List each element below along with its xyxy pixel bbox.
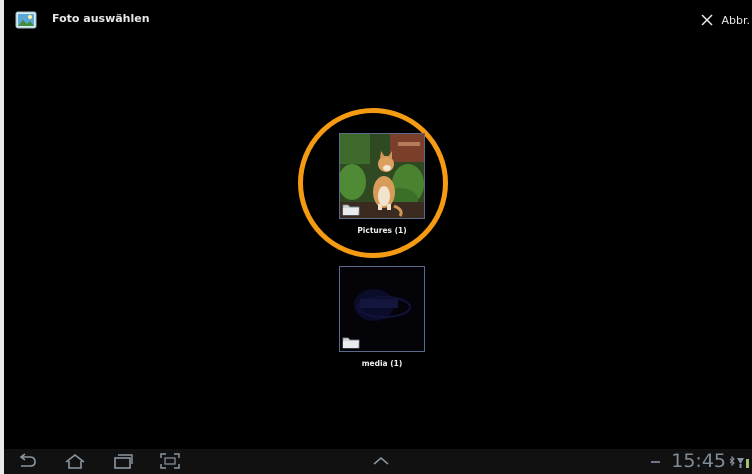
screenshot-icon[interactable] [159, 453, 181, 469]
album-tile-pictures[interactable] [339, 133, 425, 219]
album-tile-media[interactable] [339, 266, 425, 352]
close-icon [700, 14, 713, 26]
folder-icon [342, 337, 360, 349]
battery-icon [746, 459, 749, 468]
status-separator [651, 461, 660, 463]
home-icon[interactable] [64, 453, 86, 469]
gallery-icon[interactable] [15, 9, 37, 31]
recent-apps-icon[interactable] [112, 453, 134, 469]
status-clock[interactable]: 15:45 [671, 450, 726, 472]
action-bar: Foto auswählen Abbr. [4, 0, 752, 40]
back-icon[interactable] [16, 453, 38, 469]
window-edge [0, 0, 4, 474]
page-title: Foto auswählen [52, 12, 150, 25]
cancel-button[interactable]: Abbr. [700, 7, 752, 33]
bluetooth-icon [729, 455, 735, 467]
album-label: Pictures (1) [357, 226, 407, 235]
expand-up-icon[interactable] [370, 453, 392, 469]
status-icons[interactable] [728, 455, 750, 469]
system-navbar: 15:45 [4, 449, 752, 474]
folder-icon [342, 204, 360, 216]
cancel-label: Abbr. [721, 13, 751, 27]
wifi-icon [737, 458, 744, 464]
album-label: media (1) [361, 359, 403, 368]
